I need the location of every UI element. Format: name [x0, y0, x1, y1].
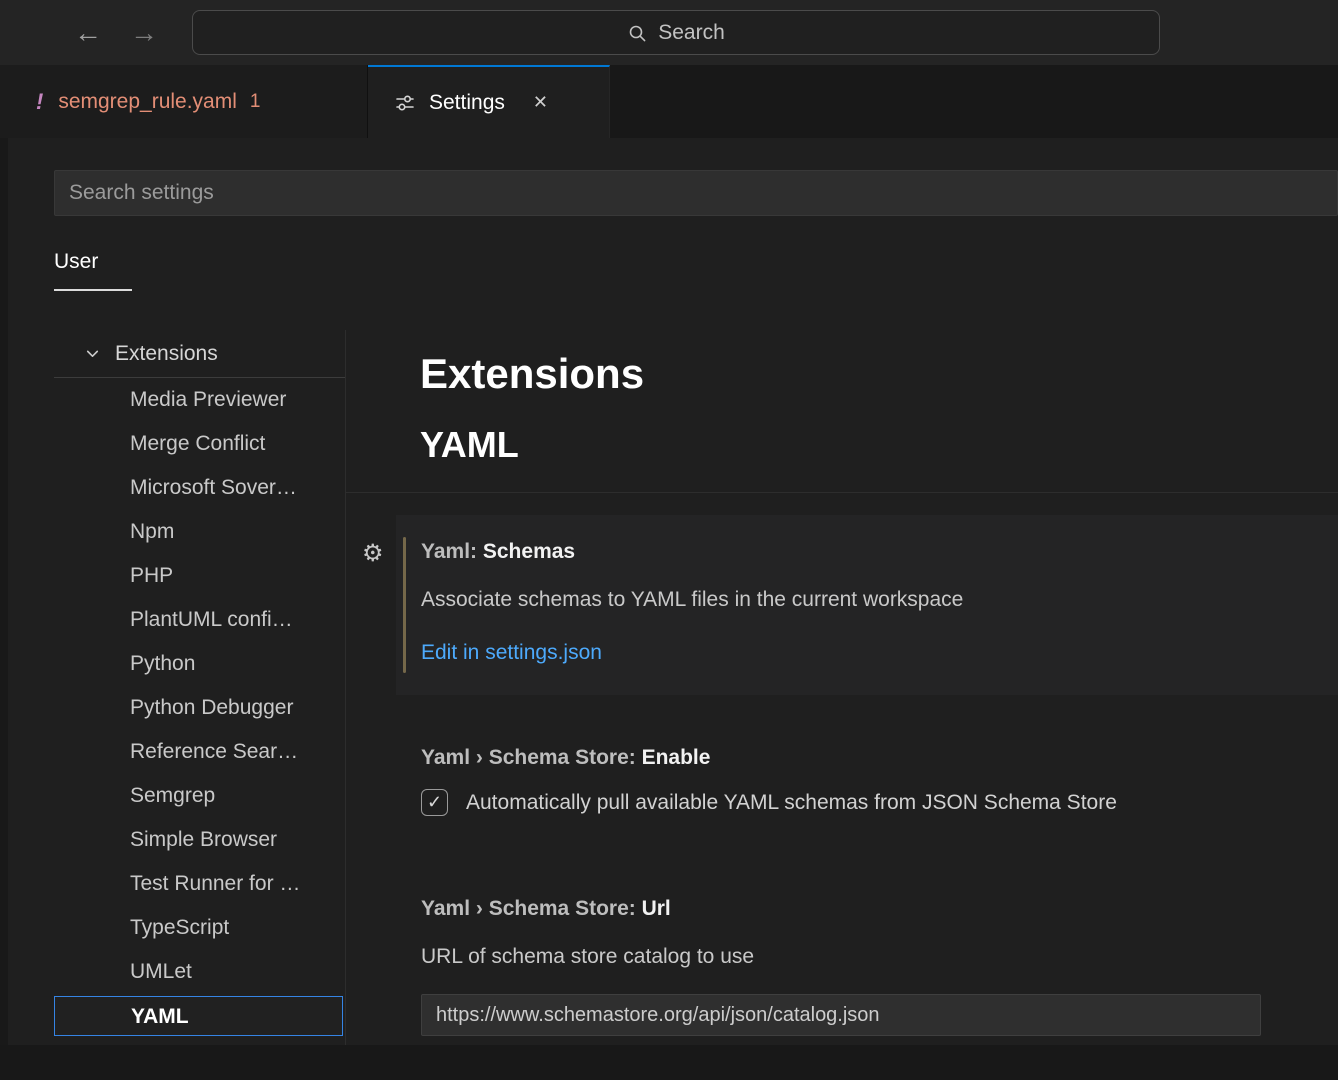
setting-schema-store-url[interactable]: Yaml › Schema Store: Url URL of schema s…	[396, 872, 1338, 1045]
setting-title: Yaml › Schema Store: Url	[421, 896, 1312, 922]
forward-arrow-icon[interactable]: →	[130, 19, 158, 47]
titlebar: ← → Search	[0, 0, 1338, 65]
tab-bar: ! semgrep_rule.yaml 1 Settings ✕	[0, 65, 1338, 138]
toc-item-merge-conflict[interactable]: Merge Conflict	[54, 422, 345, 466]
setting-title: Yaml › Schema Store: Enable	[421, 745, 1312, 771]
toc-item-media-previewer[interactable]: Media Previewer	[54, 378, 345, 422]
boolean-setting-row: ✓ Automatically pull available YAML sche…	[421, 789, 1312, 816]
gear-icon[interactable]: ⚙	[362, 539, 384, 568]
search-icon	[627, 23, 647, 43]
toc-item-simple-browser[interactable]: Simple Browser	[54, 818, 345, 862]
toc-root-label: Extensions	[115, 342, 218, 366]
problem-count-badge: 1	[250, 91, 261, 113]
setting-category: Yaml:	[421, 540, 483, 563]
check-icon: ✓	[427, 792, 442, 813]
toc-item-extensions[interactable]: Extensions	[54, 330, 345, 378]
settings-list: ⚙ Yaml: Schemas Associate schemas to YAM…	[346, 493, 1338, 1045]
chevron-down-icon	[84, 345, 101, 362]
tab-settings[interactable]: Settings ✕	[368, 65, 610, 138]
toc-item-reference-search[interactable]: Reference Sear…	[54, 730, 345, 774]
tab-label: semgrep_rule.yaml	[58, 90, 237, 114]
settings-sliders-icon	[394, 92, 416, 114]
toc-item-semgrep[interactable]: Semgrep	[54, 774, 345, 818]
setting-label: Url	[642, 897, 671, 920]
toc-item-plantuml[interactable]: PlantUML confi…	[54, 598, 345, 642]
setting-description: Associate schemas to YAML files in the c…	[421, 587, 1312, 613]
toc-item-yaml[interactable]: YAML	[54, 996, 343, 1036]
checkbox-checked[interactable]: ✓	[421, 789, 448, 816]
vscode-window: ← → Search ! semgrep_rule.yaml 1 Setting…	[0, 0, 1338, 1080]
editor-left-gutter	[0, 138, 8, 1080]
tab-label: Settings	[429, 91, 505, 115]
settings-search-input[interactable]	[54, 170, 1338, 216]
toc-item-python[interactable]: Python	[54, 642, 345, 686]
toc-item-microsoft-sovereign[interactable]: Microsoft Sover…	[54, 466, 345, 510]
toc-item-php[interactable]: PHP	[54, 554, 345, 598]
tab-semgrep-rule-yaml[interactable]: ! semgrep_rule.yaml 1	[0, 65, 368, 138]
setting-yaml-schemas[interactable]: ⚙ Yaml: Schemas Associate schemas to YAM…	[396, 515, 1338, 695]
command-center-label: Search	[658, 21, 725, 45]
back-arrow-icon[interactable]: ←	[74, 19, 102, 47]
setting-label: Schemas	[483, 540, 575, 563]
bottom-panel-strip	[0, 1045, 1338, 1080]
toc-item-npm[interactable]: Npm	[54, 510, 345, 554]
setting-category: Yaml › Schema Store:	[421, 897, 642, 920]
setting-schema-store-enable[interactable]: Yaml › Schema Store: Enable ✓ Automatica…	[396, 721, 1338, 842]
setting-title: Yaml: Schemas	[421, 539, 1312, 565]
toc-item-python-debugger[interactable]: Python Debugger	[54, 686, 345, 730]
settings-body: Extensions Media Previewer Merge Conflic…	[0, 330, 1338, 1045]
toc-item-test-runner[interactable]: Test Runner for …	[54, 862, 345, 906]
section-title: YAML	[420, 424, 1338, 466]
setting-label: Enable	[642, 746, 711, 769]
exclamation-file-icon: !	[36, 89, 43, 115]
settings-toc: Extensions Media Previewer Merge Conflic…	[54, 330, 345, 1045]
setting-category: Yaml › Schema Store:	[421, 746, 642, 769]
setting-description: URL of schema store catalog to use	[421, 944, 1312, 970]
toc-item-umlet[interactable]: UMLet	[54, 950, 345, 994]
settings-scope-tabs: User	[54, 250, 132, 291]
toc-item-typescript[interactable]: TypeScript	[54, 906, 345, 950]
close-icon[interactable]: ✕	[533, 92, 548, 113]
command-center-search[interactable]: Search	[192, 10, 1160, 55]
tab-user-scope[interactable]: User	[54, 250, 132, 291]
edit-in-settings-json-link[interactable]: Edit in settings.json	[421, 641, 602, 665]
schema-store-url-input[interactable]	[421, 994, 1261, 1036]
setting-description: Automatically pull available YAML schema…	[466, 791, 1117, 815]
page-title: Extensions	[420, 350, 1338, 398]
settings-content: Extensions YAML ⚙ Yaml: Schemas Associat…	[346, 330, 1338, 1045]
settings-editor: User Extensions Media Previewer Merge Co…	[0, 138, 1338, 1045]
